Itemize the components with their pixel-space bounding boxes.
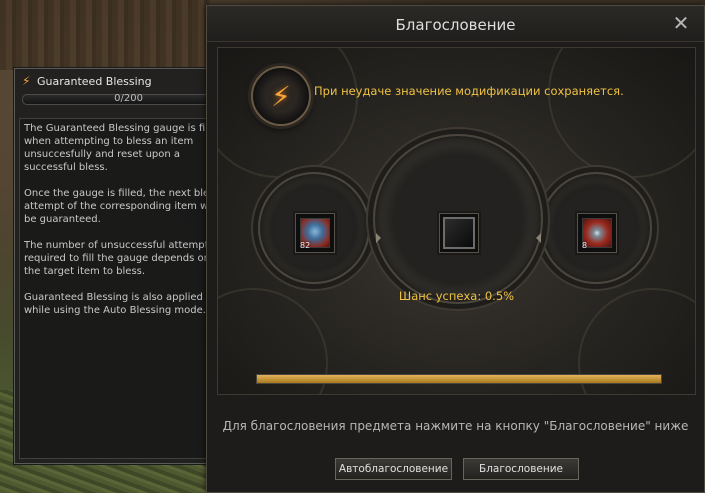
tooltip-paragraph: The Guaranteed Blessing gauge is filled … [24, 123, 224, 173]
window-title: Благословение [395, 16, 516, 34]
bless-button[interactable]: Благословение [463, 458, 579, 480]
lightning-bolt-icon: ⚡ [22, 74, 31, 88]
arrow-right-icon [376, 233, 381, 243]
source-item-slot[interactable]: 82 [295, 213, 335, 253]
gauge-value: 0/200 [114, 93, 143, 104]
empty-slot-icon [443, 217, 475, 249]
arrow-left-icon [536, 233, 541, 243]
instruction-text: Для благословения предмета нажмите на кн… [222, 419, 689, 433]
blessing-scroll-slot[interactable]: 8 [577, 213, 617, 253]
lightning-bolt-icon: ⚡ [271, 79, 291, 113]
progress-fill [257, 375, 661, 383]
failure-notice: При неудаче значение модификации сохраня… [314, 84, 624, 98]
blessing-progress-bar [256, 374, 662, 384]
result-item-slot[interactable] [439, 213, 479, 253]
tooltip-description: The Guaranteed Blessing gauge is filled … [19, 118, 232, 459]
tooltip-header: ⚡ Guaranteed Blessing 0/200 [15, 69, 235, 118]
success-chance: Шанс успеха: 0.5% [398, 289, 515, 303]
blessing-badge: ⚡ [251, 66, 311, 126]
item-count: 82 [300, 241, 311, 250]
blessing-window: Благословение ✕ ⚡ При неудаче значение м… [206, 5, 705, 493]
close-icon[interactable]: ✕ [670, 13, 692, 35]
auto-bless-button[interactable]: Автоблагословение [335, 458, 452, 480]
background-wood [0, 0, 210, 70]
decorative-knot [548, 48, 695, 178]
guaranteed-blessing-tooltip: ⚡ Guaranteed Blessing 0/200 The Guarante… [14, 68, 236, 464]
title-bar[interactable]: Благословение ✕ [207, 6, 704, 42]
tooltip-paragraph: Guaranteed Blessing is also applied whil… [24, 292, 206, 316]
item-count: 8 [582, 241, 588, 250]
tooltip-paragraph: Once the gauge is filled, the next bless… [24, 188, 220, 225]
blessing-stage: ⚡ При неудаче значение модификации сохра… [217, 47, 696, 395]
tooltip-title: Guaranteed Blessing [37, 75, 152, 88]
tooltip-paragraph: The number of unsuccessful attempts requ… [24, 240, 214, 277]
